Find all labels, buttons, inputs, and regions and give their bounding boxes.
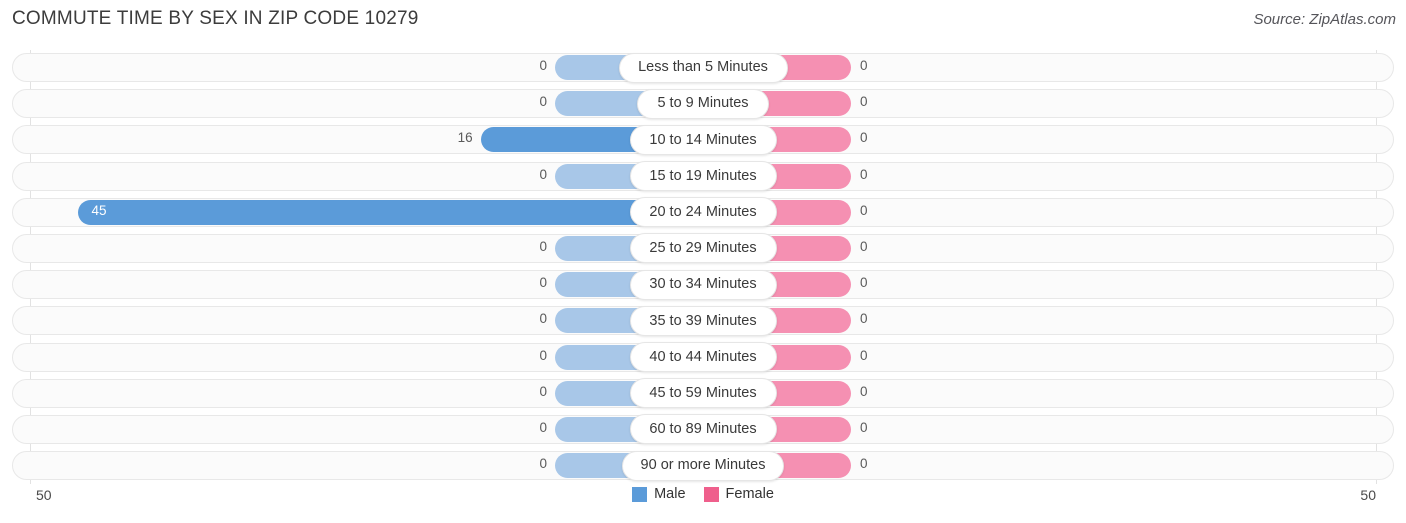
table-row[interactable]: 0 0 5 to 9 Minutes xyxy=(0,86,1406,122)
value-label-male: 0 xyxy=(539,419,547,435)
category-label-text: 10 to 14 Minutes xyxy=(649,131,757,148)
row-bars: 0 0 15 to 19 Minutes xyxy=(0,159,1406,195)
table-row[interactable]: 0 0 15 to 19 Minutes xyxy=(0,159,1406,195)
value-label-female: 0 xyxy=(860,202,868,218)
bar-rows-container: 0 0 Less than 5 Minutes 0 0 5 to 9 Minutes 16 0… xyxy=(0,50,1406,484)
row-bars: 0 0 60 to 89 Minutes xyxy=(0,412,1406,448)
row-bars: 0 0 40 to 44 Minutes xyxy=(0,340,1406,376)
category-label-pill[interactable]: 30 to 34 Minutes xyxy=(629,269,777,300)
category-label-text: 5 to 9 Minutes xyxy=(657,95,749,112)
legend-label-male: Male xyxy=(654,486,686,503)
table-row[interactable]: 0 0 90 or more Minutes xyxy=(0,448,1406,484)
row-bars: 0 0 30 to 34 Minutes xyxy=(0,267,1406,303)
value-label-female: 0 xyxy=(860,275,868,291)
table-row[interactable]: 0 0 25 to 29 Minutes xyxy=(0,231,1406,267)
value-label-male: 0 xyxy=(539,166,547,182)
legend-label-female: Female xyxy=(725,486,774,503)
row-bars: 0 0 Less than 5 Minutes xyxy=(0,50,1406,86)
table-row[interactable]: 0 0 Less than 5 Minutes xyxy=(0,50,1406,86)
category-label-pill[interactable]: 5 to 9 Minutes xyxy=(637,88,769,119)
category-label-pill[interactable]: Less than 5 Minutes xyxy=(618,52,788,83)
bar-male[interactable] xyxy=(77,199,703,225)
row-bars: 0 0 5 to 9 Minutes xyxy=(0,86,1406,122)
value-label-female: 0 xyxy=(860,347,868,363)
category-label-pill[interactable]: 15 to 19 Minutes xyxy=(629,161,777,192)
category-label-text: 15 to 19 Minutes xyxy=(649,167,757,184)
chart-header: COMMUTE TIME BY SEX IN ZIP CODE 10279 So… xyxy=(0,0,1406,40)
row-bars: 0 0 25 to 29 Minutes xyxy=(0,231,1406,267)
value-label-female: 0 xyxy=(860,456,868,472)
category-label-pill[interactable]: 10 to 14 Minutes xyxy=(629,124,777,155)
table-row[interactable]: 0 0 45 to 59 Minutes xyxy=(0,376,1406,412)
category-label-text: 40 to 44 Minutes xyxy=(649,348,757,365)
row-bars: 0 0 90 or more Minutes xyxy=(0,448,1406,484)
value-label-female: 0 xyxy=(860,166,868,182)
value-label-female: 0 xyxy=(860,383,868,399)
category-label-text: Less than 5 Minutes xyxy=(638,59,768,76)
source-attribution: Source: ZipAtlas.com xyxy=(1253,11,1396,28)
legend-swatch-female xyxy=(703,487,719,502)
row-bars: 0 0 35 to 39 Minutes xyxy=(0,303,1406,339)
value-label-female: 0 xyxy=(860,58,868,73)
category-label-text: 20 to 24 Minutes xyxy=(649,204,757,220)
value-label-male: 0 xyxy=(539,383,547,399)
category-label-pill[interactable]: 35 to 39 Minutes xyxy=(629,305,777,336)
value-label-female: 0 xyxy=(860,130,868,146)
table-row[interactable]: 0 0 35 to 39 Minutes xyxy=(0,303,1406,339)
table-row[interactable]: 0 0 60 to 89 Minutes xyxy=(0,412,1406,448)
value-label-female: 0 xyxy=(860,238,868,254)
category-label-text: 30 to 34 Minutes xyxy=(649,276,757,293)
category-label-text: 25 to 29 Minutes xyxy=(649,240,757,257)
value-label-male: 0 xyxy=(539,94,547,110)
value-label-male: 16 xyxy=(457,130,473,146)
row-bars: 45 0 20 to 24 Minutes xyxy=(0,195,1406,231)
value-label-male: 0 xyxy=(539,347,547,363)
value-label-male: 0 xyxy=(539,456,547,472)
legend-item-male[interactable]: Male xyxy=(632,486,686,503)
value-label-male: 45 xyxy=(91,202,107,218)
value-label-female: 0 xyxy=(860,419,868,435)
value-label-female: 0 xyxy=(860,311,868,327)
page-title: COMMUTE TIME BY SEX IN ZIP CODE 10279 xyxy=(12,8,419,29)
table-row[interactable]: 0 0 40 to 44 Minutes xyxy=(0,340,1406,376)
category-label-pill[interactable]: 40 to 44 Minutes xyxy=(629,342,777,372)
category-label-text: 60 to 89 Minutes xyxy=(649,421,757,438)
category-label-pill[interactable]: 45 to 59 Minutes xyxy=(629,378,777,409)
category-label-pill[interactable]: 60 to 89 Minutes xyxy=(629,414,777,445)
table-row[interactable]: 45 0 20 to 24 Minutes xyxy=(0,195,1406,231)
category-label-pill[interactable]: 20 to 24 Minutes xyxy=(629,197,777,228)
row-bars: 16 0 10 to 14 Minutes xyxy=(0,122,1406,158)
chart-footer: 50 50 Male Female xyxy=(0,484,1406,523)
value-label-male: 0 xyxy=(539,58,547,73)
category-label-text: 90 or more Minutes xyxy=(640,457,766,474)
row-bars: 0 0 45 to 59 Minutes xyxy=(0,376,1406,412)
value-label-male: 0 xyxy=(539,311,547,327)
value-label-male: 0 xyxy=(539,275,547,291)
category-label-text: 45 to 59 Minutes xyxy=(649,384,757,401)
category-label-text: 35 to 39 Minutes xyxy=(649,312,757,329)
chart-legend: Male Female xyxy=(0,487,1406,502)
table-row[interactable]: 16 0 10 to 14 Minutes xyxy=(0,122,1406,158)
legend-item-female[interactable]: Female xyxy=(703,486,774,503)
legend-swatch-male xyxy=(632,487,648,502)
table-row[interactable]: 0 0 30 to 34 Minutes xyxy=(0,267,1406,303)
value-label-male: 0 xyxy=(539,238,547,254)
category-label-pill[interactable]: 90 or more Minutes xyxy=(622,450,784,481)
value-label-female: 0 xyxy=(860,94,868,110)
category-label-pill[interactable]: 25 to 29 Minutes xyxy=(629,233,777,264)
chart-plot-area: 0 0 Less than 5 Minutes 0 0 5 to 9 Minutes 16 0… xyxy=(0,50,1406,484)
